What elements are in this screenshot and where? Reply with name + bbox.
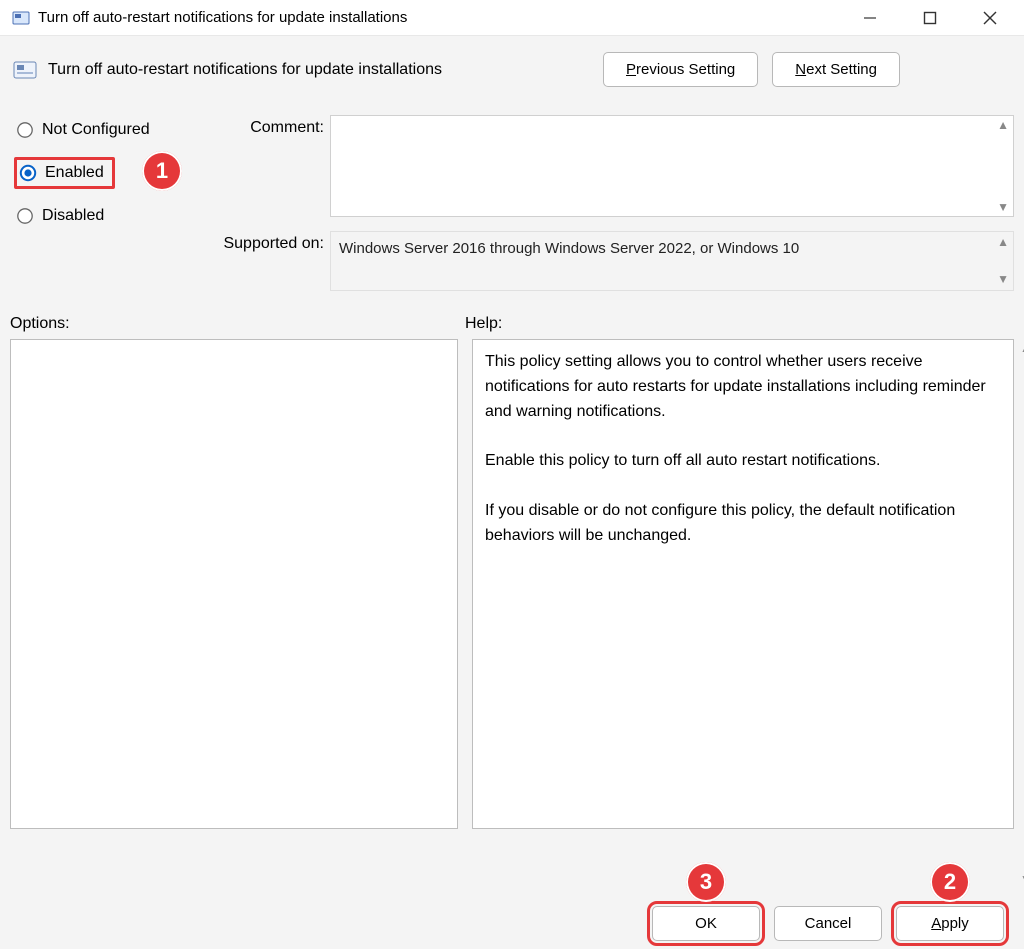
radio-icon: [19, 164, 37, 182]
radio-not-configured[interactable]: Not Configured: [14, 115, 156, 145]
supported-scrollbar[interactable]: ▲▼: [997, 234, 1009, 288]
policy-header: Turn off auto-restart notifications for …: [10, 46, 1014, 101]
next-setting-button[interactable]: Next Setting: [772, 52, 900, 87]
help-scrollbar[interactable]: ▲▼: [1018, 341, 1024, 886]
scroll-down-icon: ▼: [997, 271, 1009, 288]
titlebar: Turn off auto-restart notifications for …: [0, 0, 1024, 36]
radio-icon: [16, 207, 34, 225]
supported-on-text: Windows Server 2016 through Windows Serv…: [330, 231, 1014, 291]
previous-setting-button[interactable]: Previous Setting: [603, 52, 758, 87]
annotation-badge-3: 3: [686, 862, 726, 902]
policy-icon: [12, 57, 38, 83]
radio-icon: [16, 121, 34, 139]
options-pane: [10, 339, 458, 829]
close-button[interactable]: [974, 2, 1006, 34]
radio-enabled[interactable]: Enabled: [14, 157, 115, 189]
policy-title: Turn off auto-restart notifications for …: [48, 61, 593, 79]
minimize-button[interactable]: [854, 2, 886, 34]
scroll-up-icon: ▲: [1020, 341, 1024, 355]
annotation-badge-2: 2: [930, 862, 970, 902]
apply-button[interactable]: Apply: [896, 906, 1004, 941]
close-icon: [983, 11, 997, 25]
radio-disabled[interactable]: Disabled: [14, 201, 110, 231]
scroll-down-icon: ▼: [1020, 872, 1024, 886]
ok-button[interactable]: OK: [652, 906, 760, 941]
window-title: Turn off auto-restart notifications for …: [38, 9, 854, 26]
help-label: Help:: [465, 315, 1014, 333]
scroll-up-icon: ▲: [997, 118, 1009, 132]
comment-label: Comment:: [200, 115, 330, 217]
minimize-icon: [863, 11, 877, 25]
maximize-icon: [923, 11, 937, 25]
cancel-button[interactable]: Cancel: [774, 906, 882, 941]
help-text: This policy setting allows you to contro…: [472, 339, 1014, 829]
comment-scrollbar[interactable]: ▲▼: [997, 118, 1009, 214]
annotation-badge-1: 1: [142, 151, 182, 191]
comment-textbox[interactable]: ▲▼: [330, 115, 1014, 217]
maximize-button[interactable]: [914, 2, 946, 34]
app-icon: [12, 9, 30, 27]
options-label: Options:: [10, 315, 465, 333]
supported-on-label: Supported on:: [200, 217, 330, 291]
scroll-down-icon: ▼: [997, 200, 1009, 214]
scroll-up-icon: ▲: [997, 234, 1009, 251]
